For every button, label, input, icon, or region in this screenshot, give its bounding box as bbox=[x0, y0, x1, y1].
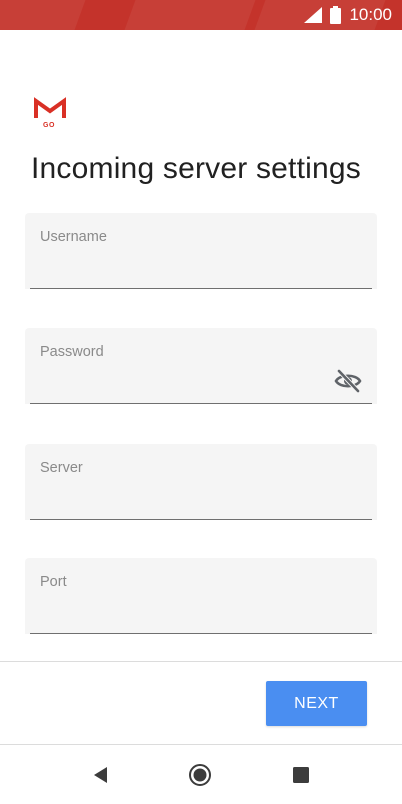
visibility-off-icon[interactable] bbox=[333, 368, 363, 394]
port-underline bbox=[30, 633, 372, 634]
username-field[interactable]: Username bbox=[25, 213, 377, 289]
password-underline bbox=[30, 403, 372, 404]
port-input[interactable] bbox=[40, 600, 327, 626]
gmail-go-logo: GO bbox=[34, 96, 66, 132]
status-indicators: 10:00 bbox=[304, 0, 392, 30]
password-field[interactable]: Password bbox=[25, 328, 377, 404]
gmail-icon bbox=[34, 97, 66, 118]
server-field[interactable]: Server bbox=[25, 444, 377, 520]
status-bar: 10:00 bbox=[0, 0, 402, 30]
home-icon[interactable] bbox=[187, 762, 213, 788]
signal-icon bbox=[304, 7, 323, 23]
page-title: Incoming server settings bbox=[31, 152, 361, 185]
username-label: Username bbox=[40, 229, 107, 245]
username-input[interactable] bbox=[40, 255, 327, 281]
navigation-bar bbox=[0, 745, 402, 804]
port-label: Port bbox=[40, 574, 67, 590]
status-time: 10:00 bbox=[349, 5, 392, 24]
divider bbox=[0, 661, 402, 662]
back-icon[interactable] bbox=[88, 762, 114, 788]
server-underline bbox=[30, 519, 372, 520]
server-label: Server bbox=[40, 460, 83, 476]
password-input[interactable] bbox=[40, 370, 327, 396]
server-input[interactable] bbox=[40, 486, 327, 512]
port-field[interactable]: Port bbox=[25, 558, 377, 634]
logo-text: GO bbox=[43, 122, 55, 129]
next-button[interactable]: NEXT bbox=[266, 681, 367, 726]
password-label: Password bbox=[40, 344, 104, 360]
battery-icon bbox=[330, 6, 342, 24]
recents-icon[interactable] bbox=[288, 762, 314, 788]
username-underline bbox=[30, 288, 372, 289]
